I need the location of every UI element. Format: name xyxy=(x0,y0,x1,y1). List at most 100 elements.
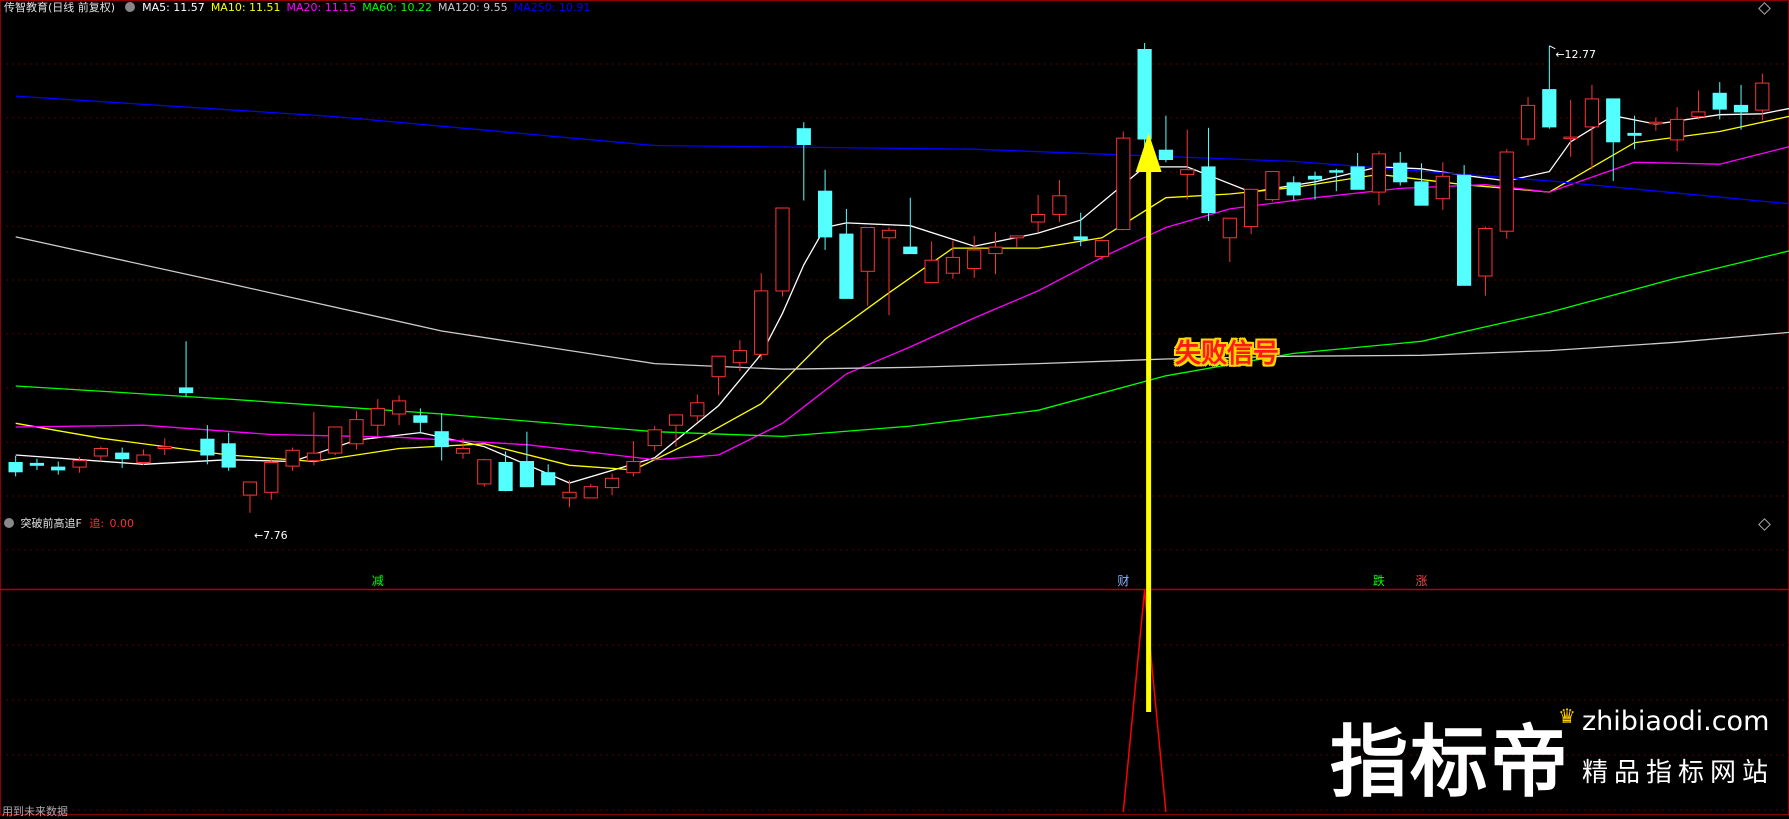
candle-body-up xyxy=(370,407,385,426)
candle xyxy=(967,235,982,278)
candle-body-down xyxy=(1329,170,1344,173)
candle xyxy=(179,341,194,398)
candle xyxy=(647,426,662,452)
candle-body-up xyxy=(1265,171,1280,201)
candle-body-up xyxy=(328,426,343,454)
candle xyxy=(668,414,684,447)
candle xyxy=(8,455,23,477)
failure-signal-annotation: 失败信号 xyxy=(1175,339,1280,369)
ma-legend-item: MA250: 10.91 xyxy=(513,1,591,14)
candle xyxy=(945,240,960,279)
candle xyxy=(1393,152,1408,186)
candle xyxy=(1052,180,1067,222)
candle xyxy=(29,458,44,470)
candle xyxy=(221,432,236,471)
candle xyxy=(881,227,897,316)
candle xyxy=(1265,171,1280,202)
candle xyxy=(1158,115,1174,163)
signal-label: 减 xyxy=(372,574,384,588)
indicator-tag-label: 追: xyxy=(89,517,105,530)
candle xyxy=(370,399,385,437)
candle-body-up xyxy=(1563,136,1578,140)
candle-body-up xyxy=(1648,121,1663,125)
candle-body-up xyxy=(157,446,172,450)
candle-body-up xyxy=(306,452,321,462)
candle xyxy=(1733,84,1749,130)
candle-body-up xyxy=(881,229,897,239)
candle-body-up xyxy=(775,207,790,292)
signal-label: 涨 xyxy=(1416,573,1428,588)
candle-body-down xyxy=(1627,132,1642,136)
candle-body-down xyxy=(498,462,513,491)
ma-legend-item: MA20: 11.15 xyxy=(286,1,357,14)
candle-body-up xyxy=(1222,217,1237,239)
candle xyxy=(839,208,854,299)
candle-body-down xyxy=(1201,166,1216,214)
candle-body-up xyxy=(1435,175,1450,200)
ma-line-ma120 xyxy=(15,236,1789,370)
candle xyxy=(1307,171,1323,200)
candle-body-up xyxy=(690,402,705,417)
candle xyxy=(1712,82,1727,120)
candle xyxy=(242,481,258,513)
candle-body-up xyxy=(860,227,875,272)
candle-body-down xyxy=(1393,162,1408,183)
candle xyxy=(306,412,321,466)
candle-body-down xyxy=(1137,49,1152,140)
candle-body-down xyxy=(200,438,215,456)
candle xyxy=(1286,176,1301,201)
candle-body-up xyxy=(562,491,577,499)
candle xyxy=(477,458,492,487)
watermark: 指标帝 ♛ zhibiaodi.com 精品指标网站 xyxy=(1330,700,1780,808)
candle xyxy=(1222,217,1237,263)
chevron-down-icon[interactable] xyxy=(4,518,14,528)
chevron-down-icon[interactable] xyxy=(124,2,135,12)
candle-body-up xyxy=(242,481,258,496)
ma-legend-item: MA5: 11.57 xyxy=(142,1,205,14)
chart-stage: ←12.77 ←7.76 减财跌涨 传智教育(日线 前复权) MA5: 11.57 M… xyxy=(0,0,1789,818)
candle-body-up xyxy=(1584,98,1600,128)
candle-body-down xyxy=(115,452,130,460)
candle-body-up xyxy=(392,400,407,415)
candle-body-down xyxy=(839,233,854,299)
candle xyxy=(157,438,172,455)
ma-line-ma10 xyxy=(15,115,1789,471)
candle xyxy=(583,483,598,499)
candle xyxy=(115,447,130,469)
candle-body-down xyxy=(903,246,918,255)
candle-body-up xyxy=(1478,228,1493,277)
candle-body-down xyxy=(796,128,811,145)
candle xyxy=(1350,152,1365,190)
candle-body-down xyxy=(1733,104,1749,113)
candle-body-up xyxy=(1180,169,1195,175)
candle xyxy=(1435,162,1450,210)
candle-body-down xyxy=(1712,92,1727,110)
candle-body-down xyxy=(1158,149,1174,160)
candle xyxy=(818,169,833,250)
candle-body-down xyxy=(8,462,23,473)
candle xyxy=(1094,239,1110,261)
candle xyxy=(1584,84,1600,169)
candle-body-down xyxy=(29,462,44,466)
candle-body-up xyxy=(605,477,620,489)
candle-body-up xyxy=(1520,104,1536,140)
candle xyxy=(1180,129,1195,200)
candle-body-up xyxy=(732,350,747,364)
candle-body-up xyxy=(285,449,300,467)
candle-body-up xyxy=(711,355,726,378)
candle-body-up xyxy=(1755,82,1770,111)
candle-body-down xyxy=(818,190,833,238)
candle-body-up xyxy=(93,448,109,457)
high-price-marker: ←12.77 xyxy=(1555,48,1596,61)
candle xyxy=(1457,165,1472,286)
candle xyxy=(1691,90,1706,120)
stock-title: 传智教育(日线 前复权) xyxy=(4,1,116,14)
chart-frame xyxy=(0,0,1789,815)
candle-body-down xyxy=(1414,181,1429,206)
ma-legend-item: MA120: 9.55 xyxy=(437,1,508,14)
candle-body-down xyxy=(519,461,534,488)
candle xyxy=(924,241,939,284)
kline-chart: ←12.77 ←7.76 减 财 跌 涨 xyxy=(0,0,1789,815)
candle xyxy=(775,207,790,297)
candle xyxy=(349,411,364,450)
